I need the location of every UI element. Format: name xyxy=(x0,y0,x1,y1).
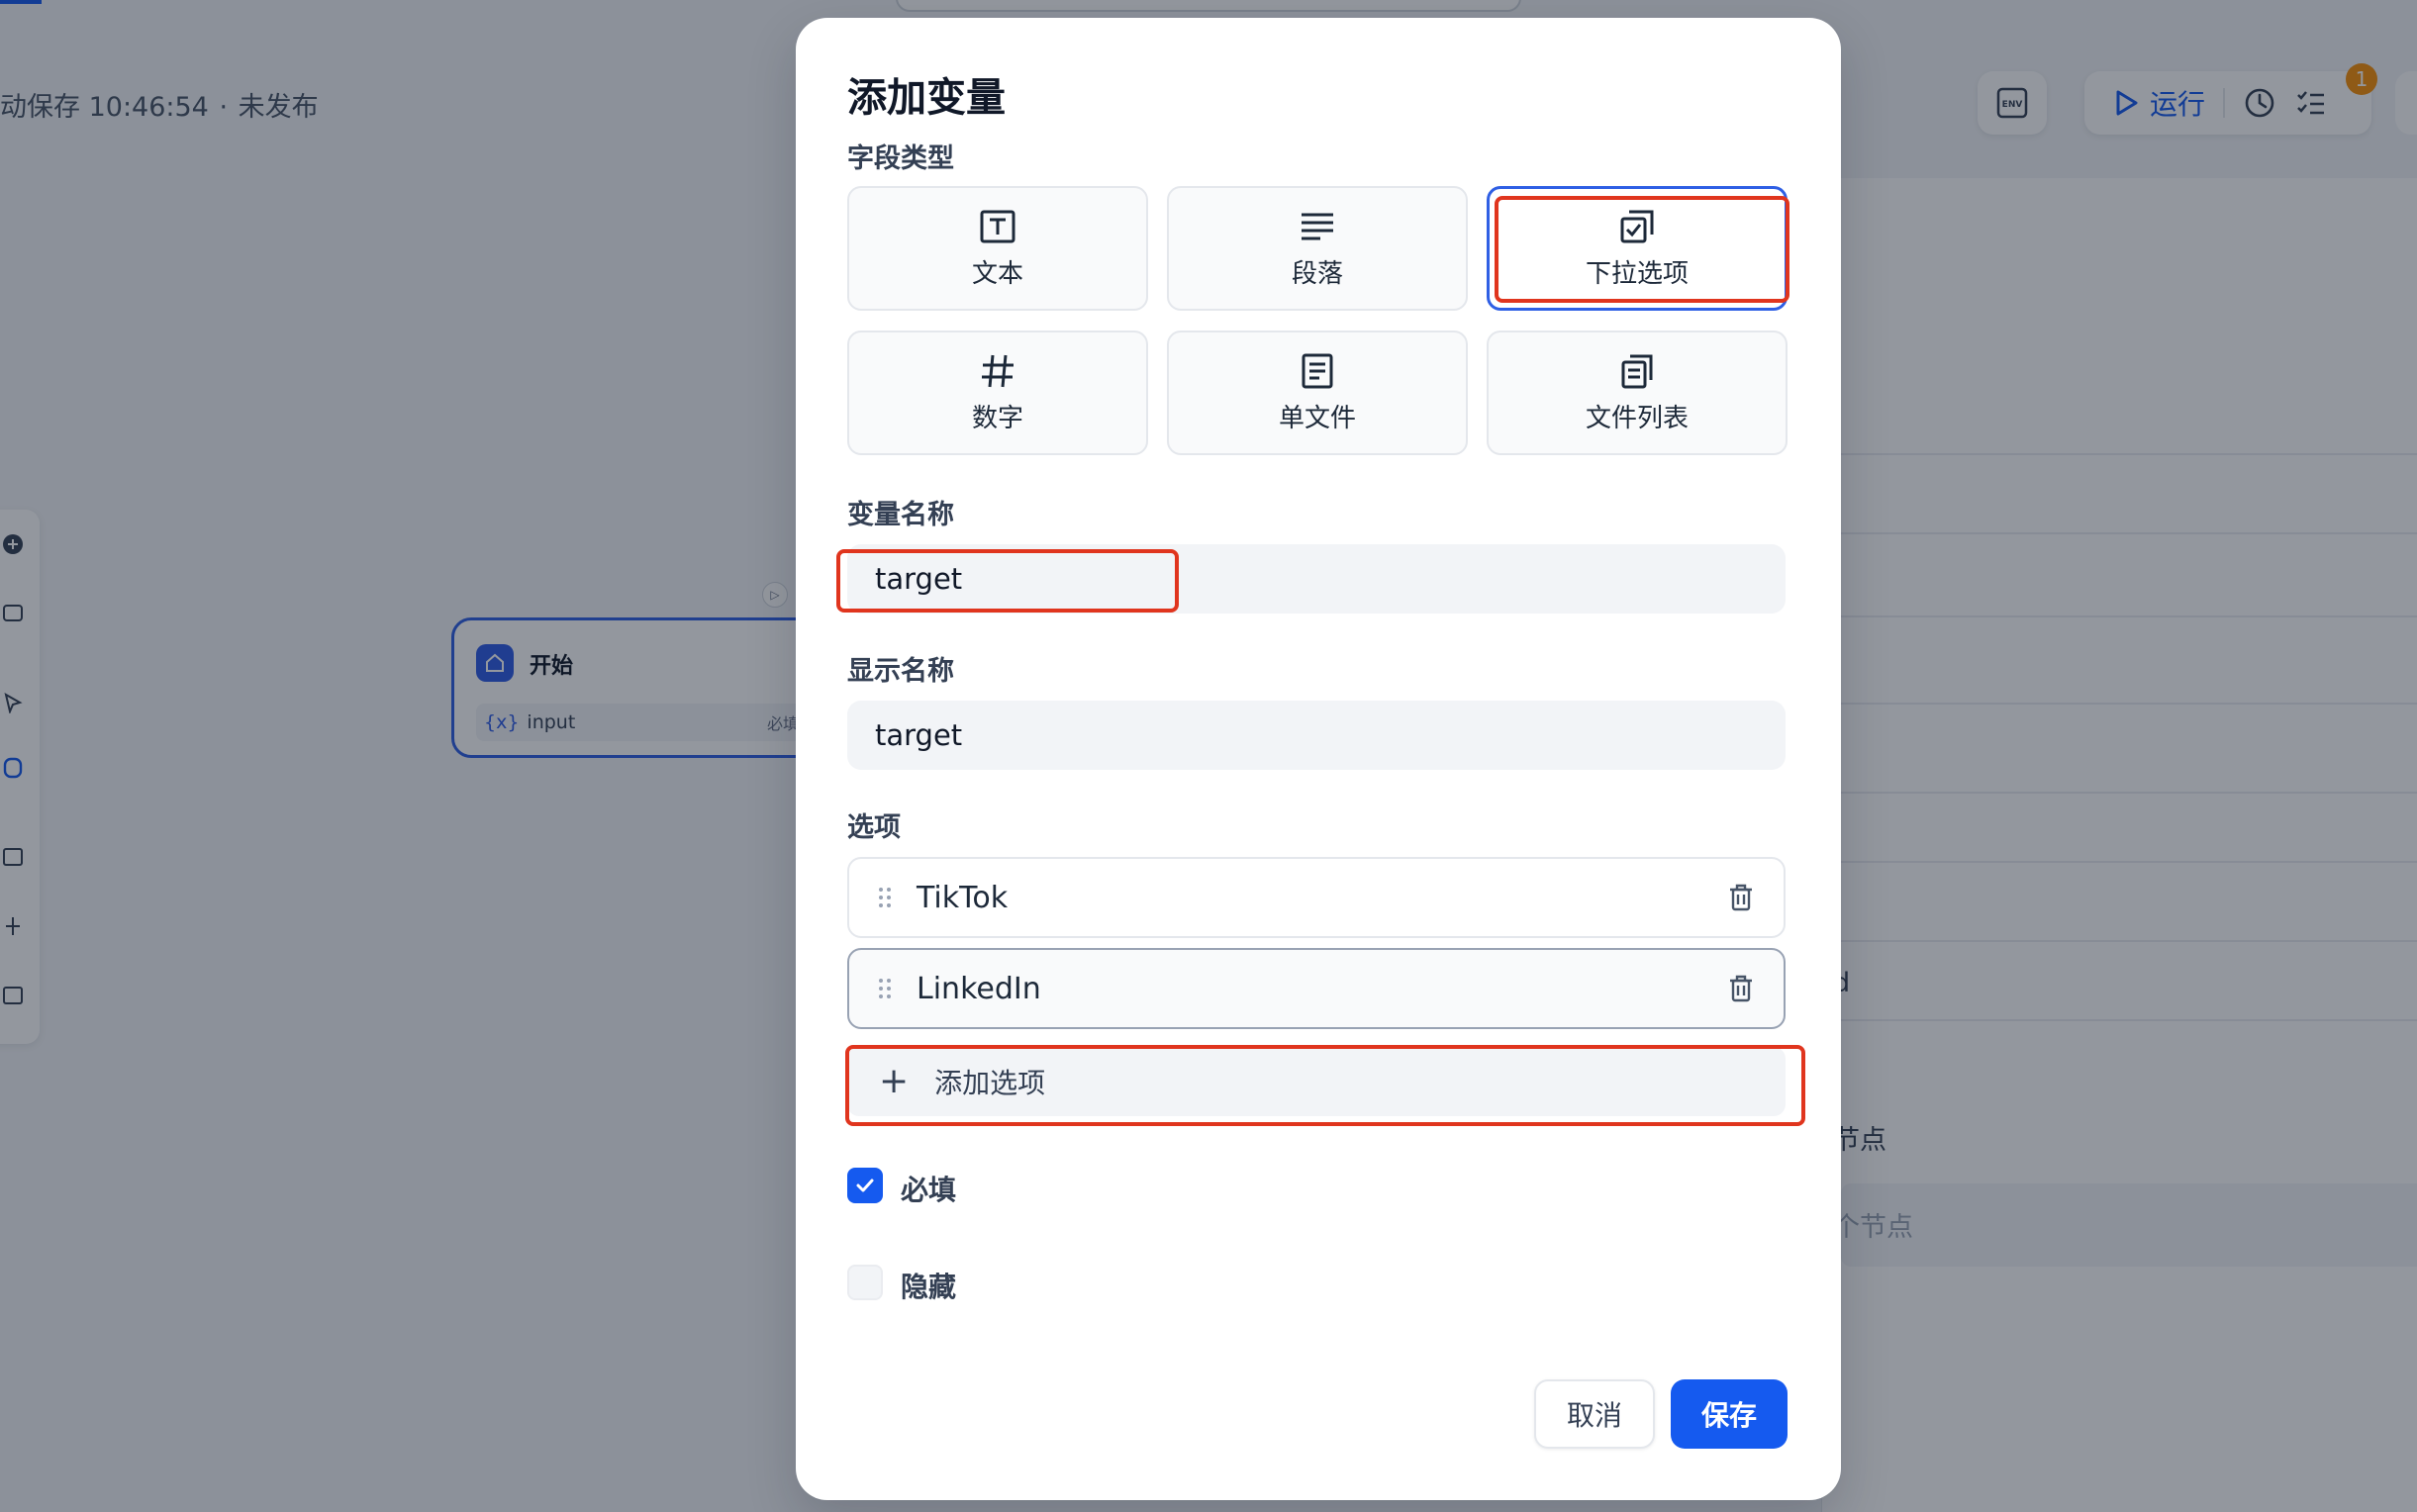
drag-handle-icon[interactable] xyxy=(877,977,893,1000)
type-option-file-list[interactable]: 文件列表 xyxy=(1487,331,1788,455)
type-label: 单文件 xyxy=(1278,403,1356,433)
type-option-paragraph[interactable]: 段落 xyxy=(1167,186,1468,311)
type-option-number[interactable]: 数字 xyxy=(847,331,1148,455)
dialog-title: 添加变量 xyxy=(847,75,1006,121)
type-option-select[interactable]: 下拉选项 xyxy=(1487,186,1788,311)
select-checkbox-icon xyxy=(1620,210,1654,242)
cancel-button[interactable]: 取消 xyxy=(1534,1379,1655,1449)
type-label: 文件列表 xyxy=(1585,403,1689,433)
add-variable-dialog: 添加变量 字段类型 文本 段落 下拉选项 数字 单文件 文件列表 变量名称 ta… xyxy=(796,18,1841,1500)
type-label: 下拉选项 xyxy=(1585,258,1689,289)
type-label: 数字 xyxy=(971,403,1023,433)
hash-icon xyxy=(982,354,1014,387)
option-value[interactable]: TikTok xyxy=(917,881,1728,915)
hidden-label[interactable]: 隐藏 xyxy=(901,1266,956,1305)
required-checkbox[interactable] xyxy=(847,1168,883,1203)
add-option-label: 添加选项 xyxy=(934,1067,1046,1099)
document-icon xyxy=(1302,353,1333,388)
variable-name-input[interactable]: target xyxy=(847,544,1786,614)
option-value[interactable]: LinkedIn xyxy=(917,972,1728,1006)
paragraph-lines-icon xyxy=(1302,213,1333,239)
trash-icon[interactable] xyxy=(1728,975,1754,1002)
checkmark-icon xyxy=(856,1179,874,1192)
display-name-input[interactable]: target xyxy=(847,701,1786,770)
type-label: 段落 xyxy=(1291,258,1343,289)
save-button[interactable]: 保存 xyxy=(1671,1379,1788,1449)
field-type-label: 字段类型 xyxy=(847,143,954,174)
variable-name-label: 变量名称 xyxy=(847,500,954,530)
trash-icon[interactable] xyxy=(1728,884,1754,911)
drag-handle-icon[interactable] xyxy=(877,886,893,909)
text-box-icon xyxy=(980,210,1015,242)
type-option-single-file[interactable]: 单文件 xyxy=(1167,331,1468,455)
display-name-label: 显示名称 xyxy=(847,656,954,687)
add-option-button[interactable]: + 添加选项 xyxy=(847,1047,1786,1116)
type-label: 文本 xyxy=(971,258,1023,289)
options-label: 选项 xyxy=(847,812,901,843)
plus-icon: + xyxy=(879,1061,910,1101)
files-icon xyxy=(1621,354,1653,388)
option-row[interactable]: TikTok xyxy=(847,857,1786,938)
hidden-checkbox[interactable] xyxy=(847,1265,883,1300)
type-option-text[interactable]: 文本 xyxy=(847,186,1148,311)
required-label[interactable]: 必填 xyxy=(901,1169,956,1208)
option-row[interactable]: LinkedIn xyxy=(847,948,1786,1029)
